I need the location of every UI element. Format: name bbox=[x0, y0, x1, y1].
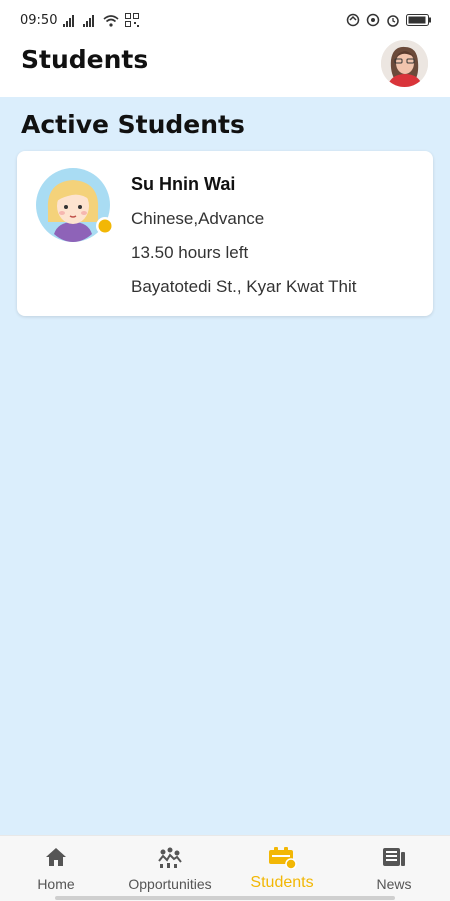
news-icon bbox=[383, 848, 405, 866]
student-course: Chinese,Advance bbox=[131, 209, 265, 228]
alarm-icon bbox=[387, 15, 399, 27]
nav-item-students[interactable]: Students bbox=[238, 836, 326, 901]
nav-item-news[interactable]: News bbox=[355, 836, 433, 901]
status-left-icons bbox=[63, 13, 139, 27]
status-time: 09:50 bbox=[20, 13, 58, 28]
nav-label-news: News bbox=[376, 876, 412, 892]
students-icon bbox=[269, 847, 297, 869]
wifi-icon bbox=[103, 15, 119, 27]
status-right-icons bbox=[346, 13, 432, 27]
student-card[interactable]: Su Hnin Wai Chinese,Advance 13.50 hours … bbox=[17, 151, 433, 316]
nav-label-students: Students bbox=[250, 874, 314, 891]
profile-avatar[interactable] bbox=[381, 40, 428, 87]
home-icon bbox=[46, 848, 66, 866]
nav-label-home: Home bbox=[37, 876, 75, 892]
signal-icon bbox=[63, 15, 74, 27]
nav-label-opportunities: Opportunities bbox=[128, 876, 212, 892]
location-icon bbox=[366, 13, 380, 27]
bottom-nav: Home Opportunities Students News bbox=[0, 835, 450, 901]
home-indicator bbox=[55, 896, 395, 900]
nav-item-opportunities[interactable]: Opportunities bbox=[110, 836, 230, 901]
qr-icon bbox=[125, 13, 139, 27]
nav-item-home[interactable]: Home bbox=[15, 836, 97, 901]
signal-icon bbox=[83, 15, 94, 27]
student-hours: 13.50 hours left bbox=[131, 243, 249, 262]
section-title: Active Students bbox=[21, 110, 245, 139]
student-avatar bbox=[36, 168, 114, 244]
status-bar: 09:50 bbox=[0, 0, 450, 40]
status-dot-icon bbox=[96, 217, 114, 235]
page-title: Students bbox=[21, 45, 149, 74]
user-avatar-icon bbox=[381, 40, 428, 87]
app-header: Students bbox=[0, 40, 450, 97]
battery-icon bbox=[406, 14, 431, 26]
student-address: Bayatotedi St., Kyar Kwat Thit bbox=[131, 277, 357, 296]
sync-icon bbox=[346, 13, 360, 27]
opportunities-icon bbox=[158, 847, 182, 868]
student-name: Su Hnin Wai bbox=[131, 174, 236, 194]
